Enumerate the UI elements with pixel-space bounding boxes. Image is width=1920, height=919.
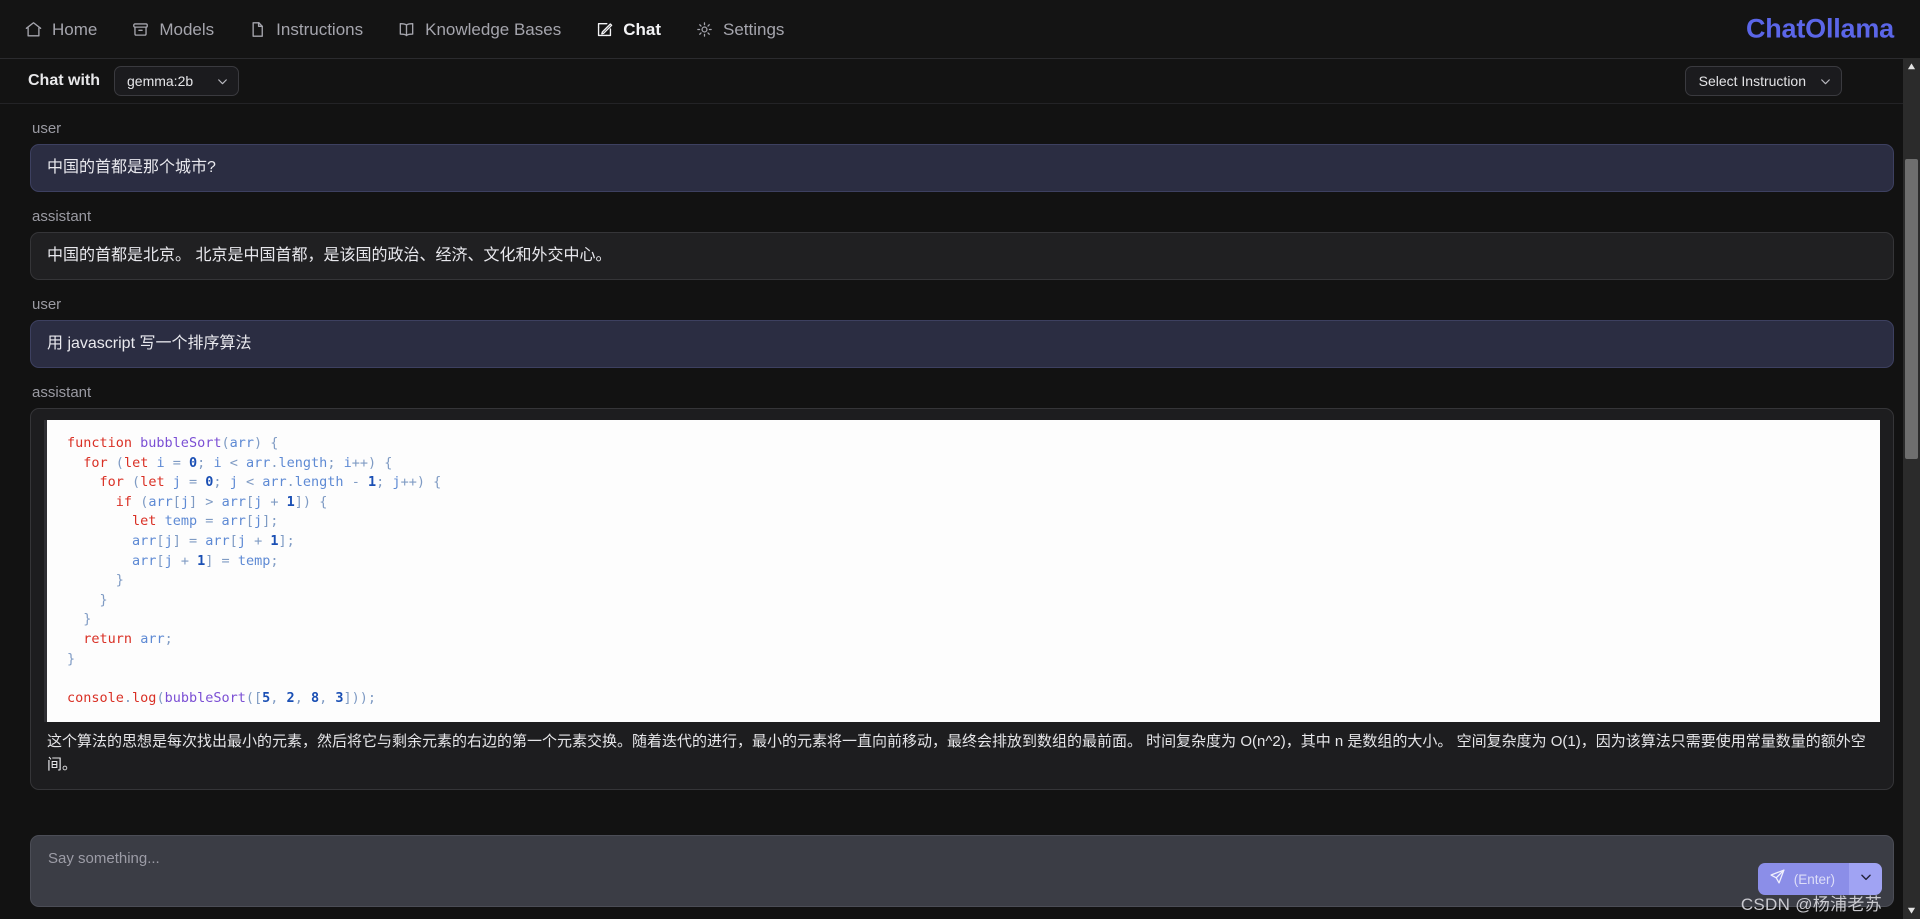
- top-navigation-bar: Home Models Instructions Knowledge Bases…: [0, 0, 1920, 58]
- pencil-square-icon: [595, 20, 614, 39]
- scrollbar-down-arrow[interactable]: [1903, 902, 1920, 919]
- home-icon: [24, 20, 43, 39]
- message-role-label: user: [32, 296, 62, 313]
- nav-item-home[interactable]: Home: [22, 16, 99, 43]
- instruction-select-dropdown[interactable]: Select Instruction: [1684, 66, 1842, 96]
- message-bubble-assistant[interactable]: function bubbleSort(arr) { for (let i = …: [30, 408, 1894, 790]
- message-bubble-assistant[interactable]: 中国的首都是北京。 北京是中国首都，是该国的政治、经济、文化和外交中心。: [30, 232, 1894, 280]
- message-input-container[interactable]: Say something... (Enter): [30, 835, 1894, 907]
- chevron-down-icon: [1859, 870, 1873, 889]
- instruction-select-value: Select Instruction: [1698, 73, 1806, 89]
- app-brand-logo[interactable]: ChatOllama: [1746, 14, 1894, 45]
- box-icon: [131, 20, 150, 39]
- nav-items: Home Models Instructions Knowledge Bases…: [22, 16, 786, 43]
- nav-item-knowledge-bases-label: Knowledge Bases: [425, 19, 562, 39]
- nav-item-instructions-label: Instructions: [276, 19, 364, 39]
- chat-message-area[interactable]: user 中国的首都是那个城市? assistant 中国的首都是北京。 北京是…: [0, 104, 1920, 919]
- nav-item-models-label: Models: [159, 19, 215, 39]
- nav-item-settings-label: Settings: [722, 19, 785, 39]
- nav-item-chat-label: Chat: [623, 19, 661, 39]
- nav-item-instructions[interactable]: Instructions: [246, 16, 365, 43]
- message-role-label: assistant: [32, 384, 92, 401]
- message-text: 用 javascript 写一个排序算法: [47, 335, 252, 352]
- send-button-label: (Enter): [1793, 871, 1835, 887]
- document-icon: [248, 20, 267, 39]
- message-role-label: assistant: [32, 208, 92, 225]
- chevron-down-icon: [1819, 75, 1832, 88]
- model-select-value: gemma:2b: [127, 73, 194, 89]
- nav-item-knowledge-bases[interactable]: Knowledge Bases: [395, 16, 563, 43]
- nav-item-settings[interactable]: Settings: [693, 16, 786, 43]
- message-text: 中国的首都是那个城市?: [47, 159, 216, 176]
- chat-with-label: Chat with: [28, 72, 100, 89]
- send-options-button[interactable]: [1848, 863, 1882, 895]
- send-button[interactable]: (Enter): [1757, 863, 1848, 895]
- message-input-placeholder: Say something...: [48, 850, 160, 867]
- model-select-dropdown[interactable]: gemma:2b: [114, 66, 239, 96]
- nav-item-chat[interactable]: Chat: [593, 16, 663, 43]
- scrollbar-thumb[interactable]: [1905, 159, 1918, 459]
- message-role-label: user: [32, 120, 62, 137]
- nav-item-models[interactable]: Models: [129, 16, 216, 43]
- page-scrollbar[interactable]: [1903, 58, 1920, 919]
- message-text: 中国的首都是北京。 北京是中国首都，是该国的政治、经济、文化和外交中心。: [47, 247, 612, 264]
- book-icon: [397, 20, 416, 39]
- code-block[interactable]: function bubbleSort(arr) { for (let i = …: [44, 420, 1880, 723]
- chat-header-bar: Chat with gemma:2b Select Instruction: [0, 58, 1920, 104]
- nav-item-home-label: Home: [52, 19, 98, 39]
- scrollbar-up-arrow[interactable]: [1903, 58, 1920, 75]
- message-bubble-user[interactable]: 中国的首都是那个城市?: [30, 144, 1894, 192]
- gear-icon: [695, 20, 714, 39]
- message-bubble-user[interactable]: 用 javascript 写一个排序算法: [30, 320, 1894, 368]
- code-explanation-text: 这个算法的思想是每次找出最小的元素，然后将它与剩余元素的右边的第一个元素交换。随…: [47, 733, 1866, 774]
- paper-plane-icon: [1769, 868, 1786, 890]
- chevron-down-icon: [216, 75, 229, 88]
- scrollbar-track[interactable]: [1903, 75, 1920, 902]
- send-button-group: (Enter): [1757, 863, 1882, 895]
